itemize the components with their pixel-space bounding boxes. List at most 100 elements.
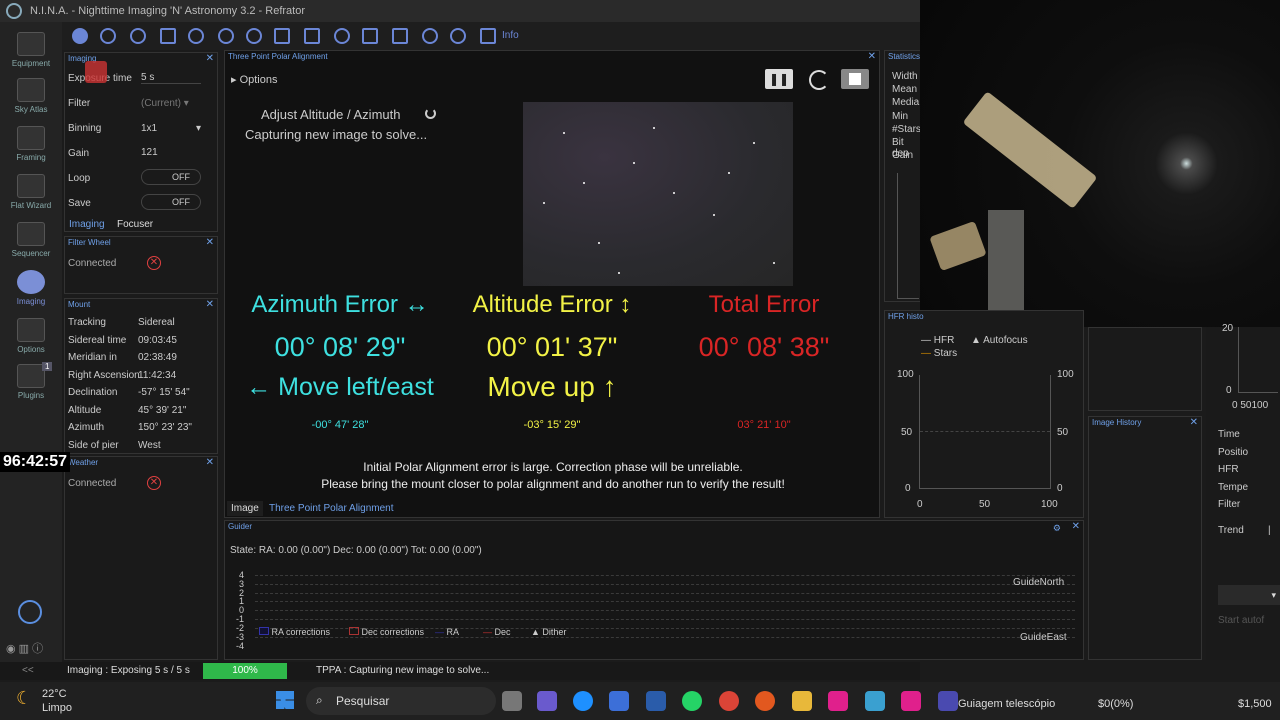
gear-icon [17, 318, 45, 342]
histogram-box [897, 173, 919, 299]
overlay-timer: 96:42:57 [0, 452, 71, 472]
legend-autofocus: ▲ Autofocus [971, 335, 1028, 346]
sidebar-item-plugins[interactable]: Plugins 1 [0, 362, 62, 400]
stop-button[interactable] [841, 69, 869, 89]
exposure-input[interactable]: 5 s [141, 72, 201, 84]
sidebar-item-equipment[interactable]: Equipment [0, 32, 62, 68]
binning-select[interactable]: 1x1 ▾ [141, 123, 201, 134]
tab-imaging[interactable]: Imaging [65, 217, 109, 232]
plate-solve-image [523, 102, 793, 286]
close-icon[interactable]: ✕ [206, 299, 214, 311]
chrome-icon[interactable] [719, 691, 739, 711]
gain-input[interactable]: 121 [141, 147, 201, 158]
dome-icon[interactable] [334, 28, 350, 44]
whatsapp-icon[interactable] [682, 691, 702, 711]
close-icon[interactable]: ✕ [206, 237, 214, 249]
close-icon[interactable]: ✕ [206, 53, 214, 65]
copilot-icon[interactable] [537, 691, 557, 711]
y-tick: 100 [897, 369, 914, 380]
store-icon[interactable] [609, 691, 629, 711]
sidebar-item-framing[interactable]: Framing [0, 126, 62, 162]
graph-icon[interactable] [422, 28, 438, 44]
tab-focuser[interactable]: Focuser [113, 217, 157, 232]
blank-panel [1088, 327, 1202, 411]
options-expander[interactable]: ▸ Options [231, 73, 278, 86]
refresh-icon[interactable] [809, 70, 829, 90]
frame-icon[interactable] [160, 28, 176, 44]
camera-icon[interactable] [72, 28, 88, 44]
close-icon[interactable]: ✕ [1190, 417, 1198, 429]
list-icon[interactable] [274, 28, 290, 44]
power-icon[interactable] [18, 600, 42, 624]
house-icon[interactable] [362, 28, 378, 44]
sidebar-item-flat-wizard[interactable]: Flat Wizard [0, 174, 62, 210]
app-icon[interactable] [646, 691, 666, 711]
folder-icon[interactable] [792, 691, 812, 711]
sidebar-item-options[interactable]: Options [0, 318, 62, 354]
af-dropdown[interactable]: ▾ [1218, 585, 1280, 605]
imaging-status: Imaging : Exposing 5 s / 5 s [67, 665, 190, 676]
close-icon[interactable]: ✕ [206, 457, 214, 469]
windows-start-icon[interactable] [276, 691, 294, 709]
start-autofocus-button[interactable]: Start autof [1218, 615, 1264, 626]
legend-dither: ▲ Dither [531, 627, 567, 637]
weather-temp: 22°C [42, 688, 67, 700]
app-icon[interactable] [755, 691, 775, 711]
pause-button[interactable]: ❚❚ [765, 69, 793, 89]
search-placeholder: Pesquisar [336, 694, 390, 708]
legend-ra: — RA [435, 627, 460, 637]
close-icon[interactable]: ✕ [868, 51, 876, 63]
af-row-label: Filter [1218, 499, 1241, 510]
shield-icon[interactable] [480, 28, 496, 44]
loop-toggle[interactable]: OFF [141, 169, 201, 185]
edge-icon[interactable] [573, 691, 593, 711]
mount-key: Azimuth [68, 422, 105, 433]
puzzle-icon [17, 364, 45, 388]
stat-label: Width [892, 71, 918, 82]
mount-value: 45° 39' 21" [138, 405, 187, 416]
mount-icon[interactable] [218, 28, 234, 44]
tab-image[interactable]: Image [227, 501, 263, 516]
chart-tick: 20 [1222, 323, 1234, 334]
filter-wheel-icon[interactable] [100, 28, 116, 44]
panel-title: Statistics [888, 52, 921, 61]
sidebar-item-sequencer[interactable]: Sequencer [0, 222, 62, 258]
window-title: N.I.N.A. - Nighttime Imaging 'N' Astrono… [30, 5, 306, 17]
focuser-icon[interactable] [130, 28, 146, 44]
panel-title: Three Point Polar Alignment [228, 52, 328, 61]
info-link[interactable]: Info [502, 30, 519, 41]
target-icon[interactable] [246, 28, 262, 44]
nina-task-icon[interactable] [938, 691, 958, 711]
sliders-icon[interactable] [304, 28, 320, 44]
search-box[interactable]: ⌕ Pesquisar [306, 687, 496, 715]
trend-value: | [1268, 525, 1271, 536]
disconnected-icon[interactable]: ✕ [147, 256, 161, 270]
close-icon[interactable]: ✕ [1072, 521, 1080, 533]
collapse-button[interactable]: << [22, 662, 34, 680]
sidebar-item-imaging[interactable]: Imaging [0, 270, 62, 306]
disconnected-icon[interactable]: ✕ [147, 476, 161, 490]
app-icon[interactable] [865, 691, 885, 711]
panel-title: HFR histo [888, 312, 924, 321]
app-icon[interactable] [901, 691, 921, 711]
bulb-icon[interactable] [450, 28, 466, 44]
save-toggle[interactable]: OFF [141, 194, 201, 210]
search-icon: ⌕ [316, 693, 323, 707]
tppa-status: TPPA : Capturing new image to solve... [316, 665, 490, 676]
sequencer-icon [17, 222, 45, 246]
task-view-icon[interactable] [502, 691, 522, 711]
right-panel: 20 0 0 50100 Time Positio HFR Tempe Filt… [1206, 323, 1280, 660]
app-icon[interactable] [828, 691, 848, 711]
filter-select[interactable]: (Current) ▾ [141, 98, 201, 109]
rotator-icon[interactable] [188, 28, 204, 44]
stat-label: Gain [892, 150, 914, 161]
y-tick: 0 [905, 483, 911, 494]
mount-value: 09:03:45 [138, 335, 177, 346]
tab-tppa[interactable]: Three Point Polar Alignment [265, 501, 398, 516]
bars-icon[interactable] [392, 28, 408, 44]
warning-line-1: Initial Polar Alignment error is large. … [363, 460, 743, 474]
settings-icon[interactable]: ⚙ [1053, 523, 1061, 534]
sidebar-item-sky-atlas[interactable]: Sky Atlas [0, 78, 62, 114]
guider-state: State: RA: 0.00 (0.00") Dec: 0.00 (0.00"… [230, 545, 482, 556]
panel-title: Image History [1092, 418, 1142, 427]
